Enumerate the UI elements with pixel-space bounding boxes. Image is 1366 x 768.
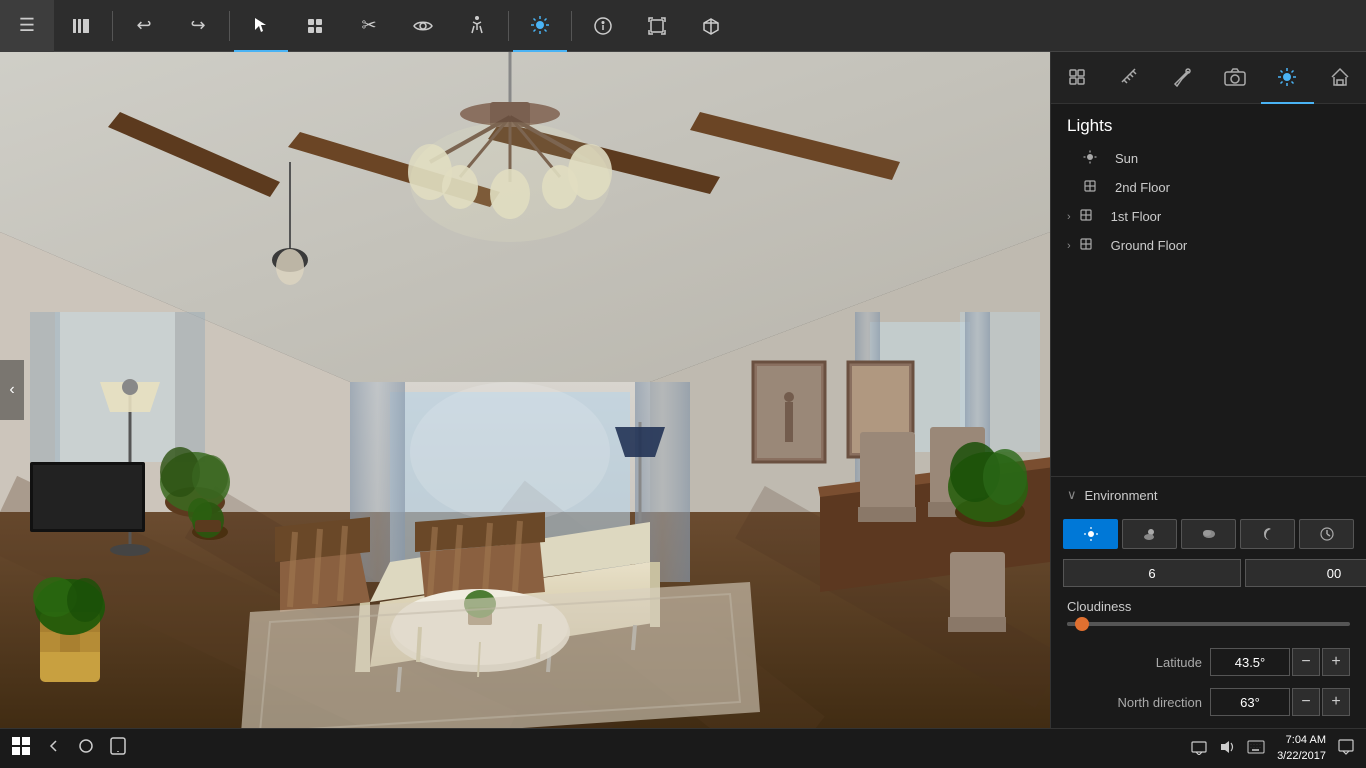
- panel-camera-icon[interactable]: [1209, 52, 1262, 104]
- keyboard-icon[interactable]: [1247, 740, 1265, 757]
- environment-header[interactable]: ∨ Environment: [1051, 477, 1366, 513]
- circle-button[interactable]: [78, 738, 94, 759]
- environment-label: Environment: [1085, 488, 1158, 503]
- light-item-2nd-floor[interactable]: 2nd Floor: [1051, 173, 1366, 202]
- start-button[interactable]: [12, 737, 30, 760]
- sun-light-icon: [1083, 150, 1097, 167]
- sun-toolbar-icon[interactable]: [513, 0, 567, 52]
- floor-light-icon-ground: [1079, 237, 1093, 254]
- cloudiness-slider-track[interactable]: [1067, 622, 1350, 626]
- sun-light-label: Sun: [1115, 151, 1138, 166]
- cloudiness-label: Cloudiness: [1067, 599, 1350, 614]
- time-minute-input[interactable]: [1245, 559, 1366, 587]
- latitude-input[interactable]: [1210, 648, 1290, 676]
- environment-section: ∨ Environment: [1051, 476, 1366, 728]
- cloudiness-section: Cloudiness: [1051, 591, 1366, 642]
- fullscreen-icon[interactable]: [630, 0, 684, 52]
- walk-icon[interactable]: [450, 0, 504, 52]
- north-direction-row: North direction − +: [1051, 682, 1366, 722]
- light-item-1st-floor[interactable]: › 1st Floor: [1051, 202, 1366, 231]
- main-area: ‹ Lights: [0, 52, 1366, 728]
- room-scene: [0, 52, 1050, 728]
- expand-arrow-ground: ›: [1067, 240, 1071, 252]
- latitude-label: Latitude: [1067, 655, 1202, 670]
- action-center-icon[interactable]: [1338, 739, 1354, 758]
- 2nd-floor-label: 2nd Floor: [1115, 180, 1170, 195]
- clock-time: 7:04 AM: [1277, 733, 1326, 748]
- menu-icon[interactable]: ☰: [0, 0, 54, 52]
- cube-icon[interactable]: [684, 0, 738, 52]
- lights-section: Lights Sun 2nd Floor ›: [1051, 104, 1366, 260]
- left-nav-arrow[interactable]: ‹: [0, 360, 24, 420]
- north-direction-label: North direction: [1067, 695, 1202, 710]
- north-direction-minus-button[interactable]: −: [1292, 688, 1320, 716]
- north-direction-plus-button[interactable]: +: [1322, 688, 1350, 716]
- info-icon[interactable]: [576, 0, 630, 52]
- time-btn-clock[interactable]: [1299, 519, 1354, 549]
- floor-light-icon-1: [1079, 208, 1093, 225]
- right-panel: Lights Sun 2nd Floor ›: [1050, 52, 1366, 728]
- top-toolbar: ☰ ↩ ↪ ✂: [0, 0, 1366, 52]
- panel-sun-icon[interactable]: [1261, 52, 1314, 104]
- cloudiness-thumb[interactable]: [1075, 617, 1089, 631]
- panel-icon-bar: [1051, 52, 1366, 104]
- system-clock[interactable]: 7:04 AM 3/22/2017: [1277, 733, 1326, 764]
- library-icon[interactable]: [54, 0, 108, 52]
- eye-icon[interactable]: [396, 0, 450, 52]
- time-input-row: [1051, 555, 1366, 591]
- panel-tools-icon[interactable]: [1051, 52, 1104, 104]
- toolbar-sep-1: [112, 11, 113, 41]
- toolbar-sep-2: [229, 11, 230, 41]
- viewport[interactable]: ‹: [0, 52, 1050, 728]
- time-btn-clear[interactable]: [1063, 519, 1118, 549]
- redo-icon[interactable]: ↪: [171, 0, 225, 52]
- volume-icon[interactable]: [1219, 739, 1235, 758]
- latitude-row: Latitude − +: [1051, 642, 1366, 682]
- objects-icon[interactable]: [288, 0, 342, 52]
- time-preset-buttons: [1051, 513, 1366, 555]
- toolbar-sep-3: [508, 11, 509, 41]
- lights-title: Lights: [1051, 104, 1366, 144]
- time-btn-cloudy[interactable]: [1181, 519, 1236, 549]
- taskbar-left: [0, 737, 138, 760]
- undo-icon[interactable]: ↩: [117, 0, 171, 52]
- light-item-ground-floor[interactable]: › Ground Floor: [1051, 231, 1366, 260]
- latitude-plus-button[interactable]: +: [1322, 648, 1350, 676]
- scissors-icon[interactable]: ✂: [342, 0, 396, 52]
- tablet-mode-button[interactable]: [110, 737, 126, 760]
- light-item-sun[interactable]: Sun: [1051, 144, 1366, 173]
- time-hour-input[interactable]: [1063, 559, 1241, 587]
- clock-date: 3/22/2017: [1277, 749, 1326, 764]
- 1st-floor-label: 1st Floor: [1111, 209, 1162, 224]
- taskbar-right: 7:04 AM 3/22/2017: [1179, 733, 1366, 764]
- time-btn-night[interactable]: [1240, 519, 1295, 549]
- panel-measure-icon[interactable]: [1104, 52, 1157, 104]
- ground-floor-label: Ground Floor: [1111, 238, 1188, 253]
- back-button[interactable]: [46, 738, 62, 759]
- env-chevron: ∨: [1067, 487, 1077, 503]
- expand-arrow-1st: ›: [1067, 211, 1071, 223]
- notifications-icon[interactable]: [1191, 739, 1207, 758]
- latitude-minus-button[interactable]: −: [1292, 648, 1320, 676]
- taskbar: 7:04 AM 3/22/2017: [0, 728, 1366, 768]
- north-direction-input[interactable]: [1210, 688, 1290, 716]
- time-btn-partly-cloudy[interactable]: [1122, 519, 1177, 549]
- select-icon[interactable]: [234, 0, 288, 52]
- floor-light-icon-2: [1083, 179, 1097, 196]
- panel-paint-icon[interactable]: [1156, 52, 1209, 104]
- toolbar-sep-4: [571, 11, 572, 41]
- panel-spacer: [1051, 260, 1366, 476]
- panel-home-icon[interactable]: [1314, 52, 1366, 104]
